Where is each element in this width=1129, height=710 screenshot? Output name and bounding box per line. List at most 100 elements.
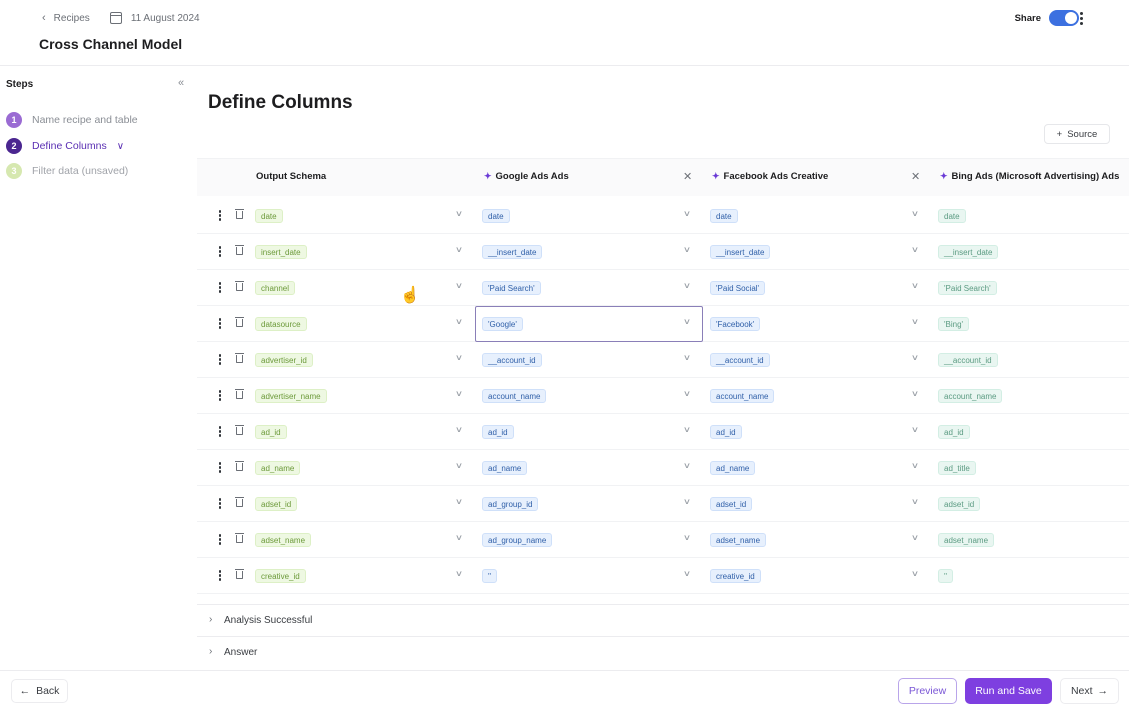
row-options-icon[interactable] [218,426,222,438]
chevron-down-icon[interactable]: ∨ [911,245,919,254]
bing-field[interactable]: 'Paid Search' [938,281,997,295]
trash-icon[interactable] [235,569,244,579]
trash-icon[interactable] [235,425,244,435]
bing-field[interactable]: adset_id [938,497,981,511]
google-field[interactable]: ad_group_name [482,533,553,547]
bing-field[interactable]: ad_title [938,461,976,475]
chevron-down-icon[interactable]: ∨ [455,389,463,398]
bing-field[interactable]: ad_id [938,425,970,439]
google-field[interactable]: ad_id [482,425,514,439]
row-options-icon[interactable] [218,462,222,474]
bing-field[interactable]: account_name [938,389,1003,403]
chevron-down-icon[interactable]: ∨ [911,425,919,434]
trash-icon[interactable] [235,497,244,507]
chevron-down-icon[interactable]: ∨ [683,425,691,434]
chevron-down-icon[interactable]: ∨ [455,461,463,470]
row-options-icon[interactable] [218,282,222,294]
bing-field[interactable]: date [938,209,966,223]
chevron-down-icon[interactable]: ∨ [455,569,463,578]
chevron-down-icon[interactable]: ∨ [455,209,463,218]
trash-icon[interactable] [235,245,244,255]
trash-icon[interactable] [235,317,244,327]
facebook-field[interactable]: __insert_date [710,245,771,259]
trash-icon[interactable] [235,353,244,363]
chevron-down-icon[interactable]: ∨ [455,533,463,542]
more-options-icon[interactable] [1079,12,1083,27]
chevron-left-icon[interactable]: ‹ [42,12,46,24]
chevron-down-icon[interactable]: ∨ [911,353,919,362]
chevron-down-icon[interactable]: ∨ [683,353,691,362]
chevron-down-icon[interactable]: ∨ [911,533,919,542]
collapse-sidebar-icon[interactable]: « [178,77,184,89]
step-define-columns[interactable]: 2 Define Columns ∨ [6,138,124,154]
output-field[interactable]: adset_name [255,533,312,547]
facebook-field[interactable]: __account_id [710,353,770,367]
chevron-down-icon[interactable]: ∨ [911,317,919,326]
output-field[interactable]: advertiser_name [255,389,327,403]
facebook-field[interactable]: creative_id [710,569,761,583]
trash-icon[interactable] [235,533,244,543]
breadcrumb-recipes-link[interactable]: Recipes [54,13,90,24]
facebook-field[interactable]: adset_id [710,497,753,511]
output-field[interactable]: creative_id [255,569,306,583]
chevron-down-icon[interactable]: ∨ [683,533,691,542]
output-field[interactable]: insert_date [255,245,307,259]
chevron-down-icon[interactable]: ∨ [455,245,463,254]
chevron-down-icon[interactable]: ∨ [911,209,919,218]
output-field[interactable]: datasource [255,317,307,331]
run-and-save-button[interactable]: Run and Save [965,678,1052,704]
output-field[interactable]: ad_name [255,461,301,475]
google-field[interactable]: date [482,209,510,223]
row-options-icon[interactable] [218,498,222,510]
trash-icon[interactable] [235,389,244,399]
facebook-field[interactable]: 'Paid Social' [710,281,766,295]
facebook-field[interactable]: account_name [710,389,775,403]
step-name-recipe[interactable]: 1 Name recipe and table [6,112,138,128]
add-source-button[interactable]: + Source [1044,124,1110,144]
chevron-down-icon[interactable]: ∨ [683,245,691,254]
row-options-icon[interactable] [218,318,222,330]
facebook-field[interactable]: ad_id [710,425,742,439]
back-button[interactable]: ← Back [11,679,68,703]
chevron-down-icon[interactable]: ∨ [911,389,919,398]
facebook-field[interactable]: adset_name [710,533,767,547]
chevron-down-icon[interactable]: ∨ [455,425,463,434]
preview-button[interactable]: Preview [898,678,957,704]
facebook-field[interactable]: date [710,209,738,223]
trash-icon[interactable] [235,209,244,219]
chevron-down-icon[interactable]: ∨ [911,569,919,578]
chevron-down-icon[interactable]: ∨ [117,141,124,152]
bing-field[interactable]: __insert_date [938,245,999,259]
google-field[interactable]: 'Paid Search' [482,281,541,295]
chevron-down-icon[interactable]: ∨ [683,209,691,218]
trash-icon[interactable] [235,281,244,291]
chevron-down-icon[interactable]: ∨ [683,497,691,506]
chevron-down-icon[interactable]: ∨ [683,461,691,470]
chevron-down-icon[interactable]: ∨ [455,281,463,290]
bing-field[interactable]: __account_id [938,353,998,367]
google-field[interactable]: __account_id [482,353,542,367]
chevron-down-icon[interactable]: ∨ [455,317,463,326]
google-field[interactable]: ad_group_id [482,497,539,511]
google-field[interactable]: '' [482,569,498,583]
output-field[interactable]: ad_id [255,425,287,439]
close-icon[interactable]: ✕ [683,170,692,183]
chevron-down-icon[interactable]: ∨ [683,389,691,398]
output-field[interactable]: date [255,209,283,223]
bing-field[interactable]: adset_name [938,533,995,547]
output-field[interactable]: channel [255,281,296,295]
accordion-answer[interactable]: › Answer [197,636,1129,668]
close-icon[interactable]: ✕ [911,170,920,183]
chevron-down-icon[interactable]: ∨ [911,281,919,290]
row-options-icon[interactable] [218,534,222,546]
chevron-down-icon[interactable]: ∨ [911,461,919,470]
bing-field[interactable]: 'Bing' [938,317,970,331]
next-button[interactable]: Next → [1060,678,1119,704]
google-field[interactable]: ad_name [482,461,528,475]
facebook-field[interactable]: 'Facebook' [710,317,761,331]
bing-field[interactable]: '' [938,569,954,583]
row-options-icon[interactable] [218,354,222,366]
row-options-icon[interactable] [218,246,222,258]
output-field[interactable]: adset_id [255,497,298,511]
chevron-down-icon[interactable]: ∨ [683,281,691,290]
